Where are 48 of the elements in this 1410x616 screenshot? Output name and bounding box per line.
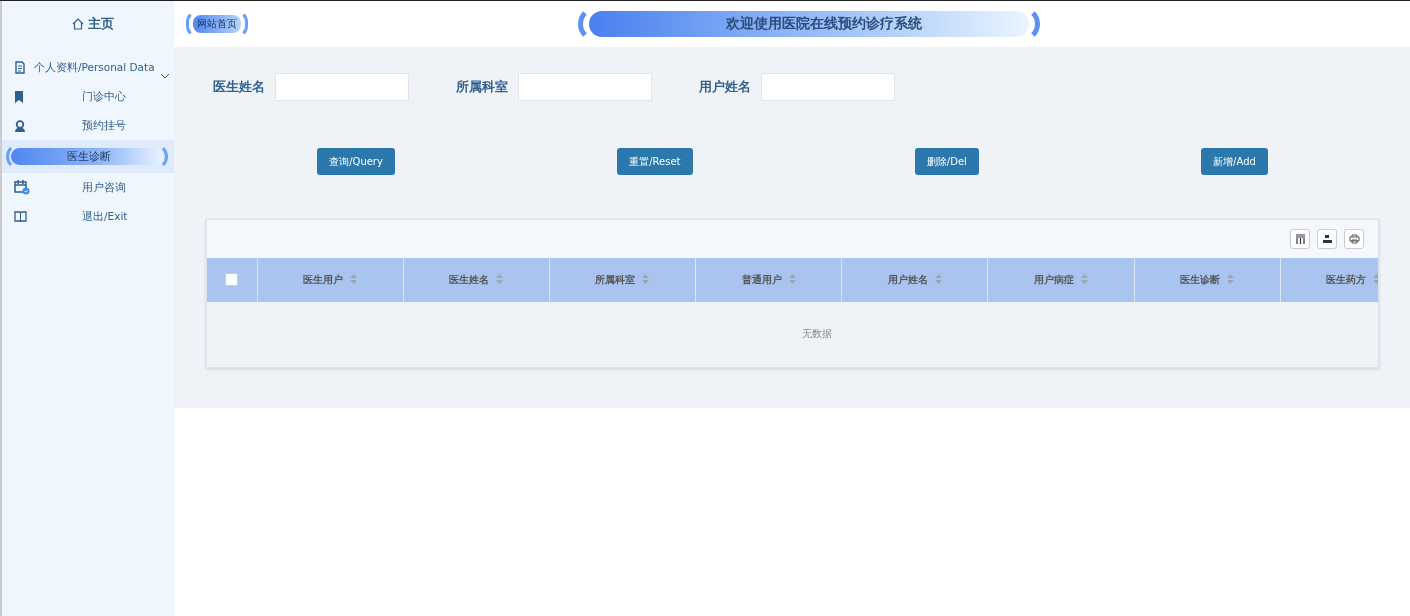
columns-button[interactable]: [1290, 229, 1310, 249]
sidebar-item[interactable]: 用户咨询: [82, 180, 126, 195]
action-button[interactable]: 新增/Add: [1201, 148, 1268, 175]
home-link[interactable]: 主页: [2, 1, 174, 47]
sort-icon[interactable]: [934, 274, 942, 284]
sort-icon[interactable]: [350, 274, 358, 284]
home-icon: [72, 18, 84, 30]
sort-icon[interactable]: [788, 274, 796, 284]
chevron-down-icon[interactable]: [160, 73, 170, 79]
field-label: 医生姓名: [213, 78, 265, 96]
sort-icon[interactable]: [1081, 274, 1088, 284]
column-header[interactable]: 医生诊断: [1180, 273, 1221, 287]
sidebar-item[interactable]: 退出/Exit: [82, 209, 128, 224]
column-header[interactable]: 所属科室: [595, 273, 636, 287]
print-button[interactable]: [1344, 229, 1364, 249]
sidebar-item[interactable]: 门诊中心: [82, 89, 126, 104]
column-header[interactable]: 医生姓名: [449, 273, 490, 287]
field-label: 用户姓名: [699, 78, 751, 96]
column-header[interactable]: 用户姓名: [887, 273, 928, 287]
input-field[interactable]: [275, 73, 409, 101]
field-label: 所属科室: [456, 78, 508, 96]
columns-icon: [1294, 234, 1306, 244]
document-icon: [14, 61, 26, 74]
book-icon: [14, 211, 27, 222]
column-header[interactable]: 医生药方: [1326, 273, 1367, 287]
sort-icon[interactable]: [496, 274, 504, 284]
input-field[interactable]: [518, 73, 652, 101]
print-icon: [1348, 234, 1360, 244]
column-header[interactable]: 医生用户: [303, 273, 344, 287]
select-all-checkbox[interactable]: [225, 272, 239, 286]
export-button[interactable]: [1317, 229, 1337, 249]
action-button[interactable]: 重置/Reset: [617, 148, 693, 175]
action-button[interactable]: 查询/Query: [317, 148, 395, 175]
sort-icon[interactable]: [1227, 274, 1235, 284]
export-icon: [1321, 234, 1333, 244]
calendar-icon: [14, 180, 30, 195]
sidebar-item[interactable]: 预约挂号: [82, 118, 126, 133]
empty-message: 无数据: [801, 328, 832, 339]
sort-icon[interactable]: [642, 274, 650, 284]
column-header[interactable]: 用户病症: [1034, 273, 1074, 287]
input-field[interactable]: [761, 73, 895, 101]
sort-icon[interactable]: [1373, 274, 1378, 284]
bookmark-icon: [14, 90, 24, 103]
column-header[interactable]: 普通用户: [741, 273, 782, 287]
sidebar-item[interactable]: 个人资料/Personal Data: [34, 60, 155, 75]
action-button[interactable]: 删除/Del: [914, 148, 979, 175]
site-home-link[interactable]: 网站首页: [186, 10, 248, 38]
person-icon: [14, 119, 26, 132]
